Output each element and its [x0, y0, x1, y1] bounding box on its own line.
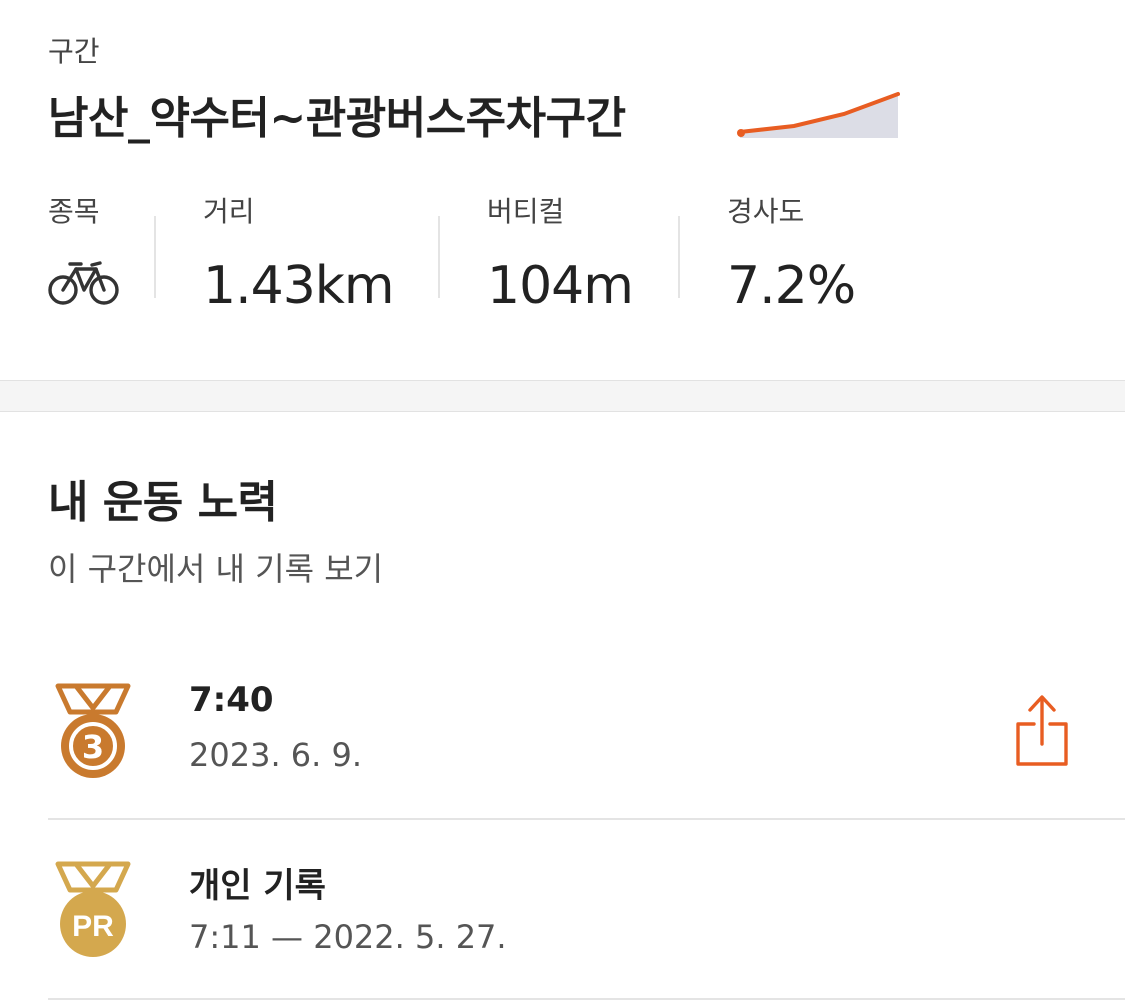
stat-divider: [438, 216, 440, 298]
effort-row[interactable]: PR 개인 기록 7:11 — 2022. 5. 27.: [48, 820, 1125, 1000]
segment-title: 남산_약수터~관광버스주차구간: [48, 93, 626, 144]
elevation-profile-chart: [737, 92, 900, 138]
stat-distance-label: 거리: [203, 195, 255, 228]
elevation-profile-area: [740, 94, 898, 138]
efforts-heading: 내 운동 노력: [48, 477, 278, 528]
personal-record-detail: 7:11 — 2022. 5. 27.: [189, 918, 507, 956]
personal-record-label: 개인 기록: [189, 866, 326, 906]
stat-vertical-label: 버티컬: [487, 195, 565, 228]
segment-detail-page: 구간 남산_약수터~관광버스주차구간 종목 거리 1.43km 버티컬 104m: [0, 0, 1125, 1006]
efforts-subtitle: 이 구간에서 내 기록 보기: [48, 550, 384, 588]
stat-grade: 경사도 7.2%: [727, 192, 856, 316]
stat-sport: 종목: [48, 192, 120, 306]
stat-grade-value: 7.2%: [727, 256, 856, 316]
stat-vertical-value: 104m: [487, 256, 634, 316]
segment-label: 구간: [48, 35, 100, 68]
effort-row[interactable]: 3 7:40 2023. 6. 9.: [48, 640, 1125, 820]
stat-divider: [154, 216, 156, 298]
stat-sport-label: 종목: [48, 195, 100, 228]
effort-date: 2023. 6. 9.: [189, 736, 363, 774]
stat-vertical: 버티컬 104m: [487, 192, 634, 316]
bike-icon: [48, 261, 119, 305]
medal-pr-text: PR: [72, 910, 114, 943]
stat-divider: [678, 216, 680, 298]
pr-medal-icon: PR: [55, 861, 131, 957]
effort-time: 7:40: [189, 680, 274, 720]
elevation-profile-start: [737, 129, 745, 137]
stat-distance: 거리 1.43km: [203, 192, 395, 316]
bronze-medal-icon: 3: [55, 683, 131, 778]
stat-distance-value: 1.43km: [203, 256, 395, 316]
medal-rank-text: 3: [82, 728, 104, 766]
stat-grade-label: 경사도: [727, 195, 805, 228]
section-separator: [0, 380, 1125, 412]
share-icon[interactable]: [1014, 692, 1070, 768]
